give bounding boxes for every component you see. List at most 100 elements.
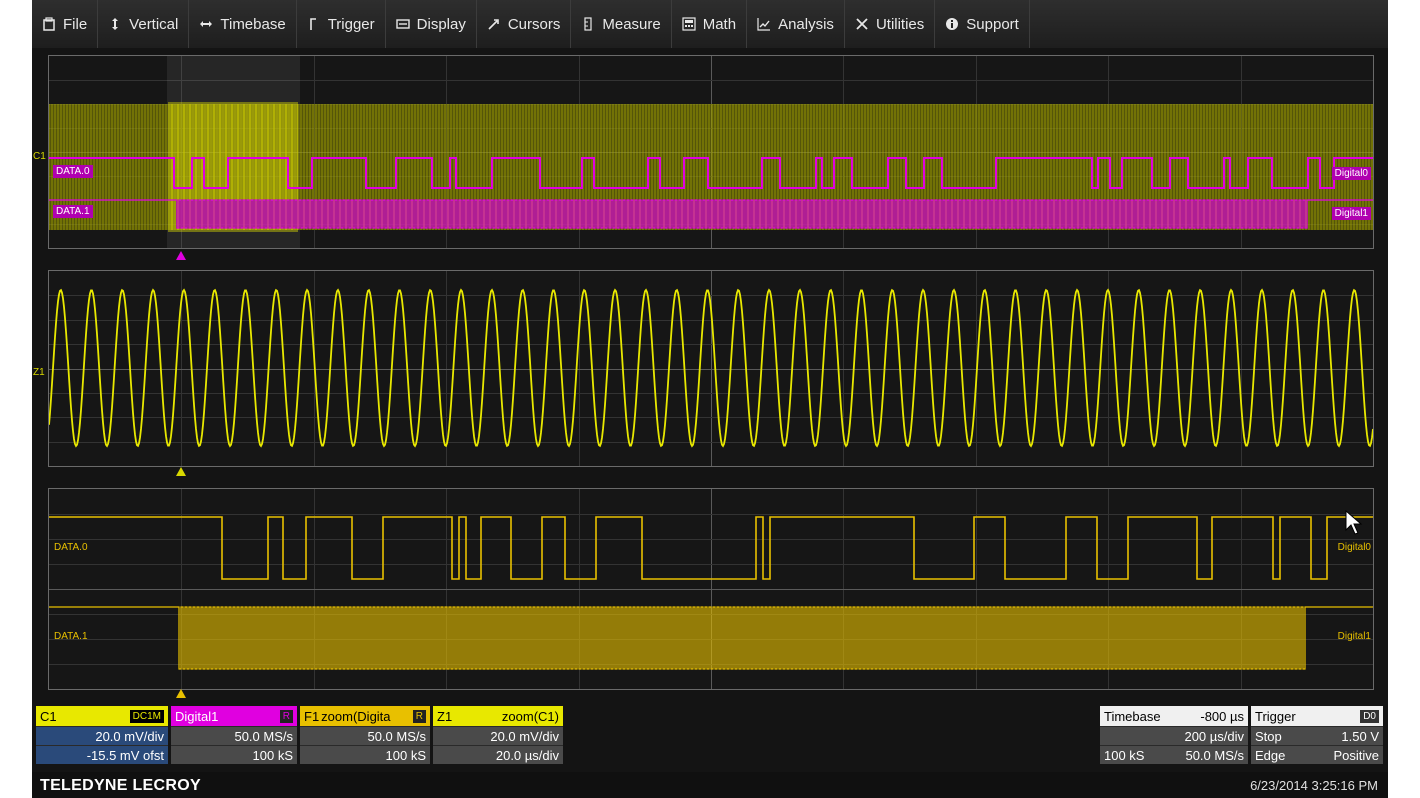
digital1-lane xyxy=(49,199,1373,229)
descriptor-name: F1 xyxy=(304,708,320,724)
menu-timebase[interactable]: Timebase xyxy=(189,0,297,48)
descriptor-row: Edge Positive xyxy=(1251,745,1383,764)
descriptor-name: Digital1 xyxy=(175,708,219,724)
descriptor-row: 50.0 MS/s xyxy=(171,726,297,745)
descriptor-c1[interactable]: C1 DC1M 20.0 mV/div -15.5 mV ofst xyxy=(36,706,168,770)
menu-label: Timebase xyxy=(220,15,286,33)
lane-label-data0: DATA.0 xyxy=(54,542,88,553)
oscilloscope-screen: File Vertical Timebase Trigger Display C… xyxy=(32,0,1388,798)
menu-bar: File Vertical Timebase Trigger Display C… xyxy=(32,0,1388,48)
time-per-div: 20.0 µs/div xyxy=(495,747,559,763)
menu-trigger[interactable]: Trigger xyxy=(297,0,386,48)
descriptor-name: Z1 xyxy=(437,708,453,724)
menu-label: Cursors xyxy=(507,15,561,33)
volts-per-div: 20.0 mV/div xyxy=(490,728,559,744)
sample-rate: 50.0 MS/s xyxy=(1185,747,1244,763)
menu-measure[interactable]: Measure xyxy=(571,0,672,48)
grid-c1-digital[interactable]: DATA.0 DATA.1 Digital0 Digital1 xyxy=(48,55,1374,249)
menu-math[interactable]: Math xyxy=(672,0,748,48)
descriptor-z1[interactable]: Z1 zoom(C1) 20.0 mV/div 20.0 µs/div xyxy=(433,706,563,770)
descriptor-name: C1 xyxy=(40,708,57,724)
menu-label: Measure xyxy=(602,15,661,33)
analysis-icon xyxy=(757,17,771,31)
sample-count: 100 kS xyxy=(252,747,293,763)
menu-label: Vertical xyxy=(129,15,179,33)
menu-analysis[interactable]: Analysis xyxy=(747,0,845,48)
trigger-label: Trigger xyxy=(1255,708,1296,724)
menu-file[interactable]: File xyxy=(32,0,99,48)
badge: R xyxy=(412,709,426,723)
grid-f1-digital-zoom[interactable]: DATA.0 DATA.1 Digital0 Digital1 xyxy=(48,488,1374,690)
descriptor-f1[interactable]: F1 zoom(Digita R 50.0 MS/s 100 kS xyxy=(300,706,430,770)
measure-icon xyxy=(581,17,595,31)
digital1-zoom-trace xyxy=(49,606,1373,670)
coupling-badge: DC1M xyxy=(129,709,164,723)
descriptor-row: 20.0 µs/div xyxy=(433,745,563,764)
descriptor-row: 200 µs/div xyxy=(1100,726,1248,745)
sample-count: 100 kS xyxy=(385,747,426,763)
descriptor-row: 20.0 mV/div xyxy=(36,726,168,745)
trigger-slope: Positive xyxy=(1333,747,1379,763)
menu-display[interactable]: Display xyxy=(386,0,477,48)
menu-label: Utilities xyxy=(875,15,925,33)
descriptor-row: 20.0 mV/div xyxy=(433,726,563,745)
time-per-div: 200 µs/div xyxy=(1184,728,1244,744)
trigger-marker xyxy=(176,467,186,476)
descriptor-row: -15.5 mV ofst xyxy=(36,745,168,764)
status-footer: TELEDYNE LECROY 6/23/2014 3:25:16 PM xyxy=(32,772,1388,798)
menu-label: File xyxy=(63,15,88,33)
utilities-icon xyxy=(855,17,869,31)
grid-z1-zoom[interactable] xyxy=(48,270,1374,467)
lane-label-digital0: Digital0 xyxy=(1337,542,1371,553)
file-icon xyxy=(42,17,56,31)
trigger-marker xyxy=(176,251,186,260)
timebase-label: Timebase xyxy=(1104,708,1161,724)
descriptor-digital1[interactable]: Digital1 R 50.0 MS/s 100 kS xyxy=(171,706,297,770)
trigger-level: 1.50 V xyxy=(1341,728,1379,744)
descriptor-source: zoom(Digita xyxy=(321,708,391,724)
trigger-mode: Stop xyxy=(1255,728,1282,744)
menu-label: Analysis xyxy=(778,15,834,33)
timebase-icon xyxy=(199,17,213,31)
math-icon xyxy=(682,17,696,31)
descriptor-source: zoom(C1) xyxy=(501,708,559,724)
offset: -15.5 mV ofst xyxy=(86,747,164,763)
mouse-cursor-icon xyxy=(1345,510,1363,535)
menu-label: Display xyxy=(416,15,466,33)
descriptor-row: 100 kS xyxy=(300,745,430,764)
menu-utilities[interactable]: Utilities xyxy=(845,0,936,48)
menu-support[interactable]: Support xyxy=(935,0,1030,48)
sample-rate: 50.0 MS/s xyxy=(234,728,293,744)
trigger-source-badge: D0 xyxy=(1360,709,1379,723)
menu-label: Math xyxy=(702,15,737,33)
trace-f1-digital xyxy=(49,516,1373,670)
menu-label: Trigger xyxy=(327,15,375,33)
trigger-icon xyxy=(307,17,321,31)
trace-z1-sine xyxy=(49,288,1373,448)
volts-per-div: 20.0 mV/div xyxy=(95,728,164,744)
lane-label-digital0: Digital0 xyxy=(1331,167,1371,180)
descriptor-row: 100 kS 50.0 MS/s xyxy=(1100,745,1248,764)
z1-sine-trace xyxy=(49,288,1373,448)
brand-logo: TELEDYNE LECROY xyxy=(40,777,201,794)
trigger-descriptor[interactable]: Trigger D0 Stop 1.50 V Edge Positive xyxy=(1251,706,1383,770)
vertical-icon xyxy=(108,17,122,31)
cursors-icon xyxy=(487,17,501,31)
support-icon xyxy=(945,17,959,31)
descriptor-row: 50.0 MS/s xyxy=(300,726,430,745)
channel-marker-c1: C1 xyxy=(33,151,46,162)
trigger-type: Edge xyxy=(1255,747,1286,763)
menu-cursors[interactable]: Cursors xyxy=(477,0,572,48)
lane-label-data0: DATA.0 xyxy=(53,165,93,178)
menu-vertical[interactable]: Vertical xyxy=(98,0,190,48)
timebase-descriptor[interactable]: Timebase -800 µs 200 µs/div 100 kS 50.0 … xyxy=(1100,706,1248,770)
lane-label-data1: DATA.1 xyxy=(53,205,93,218)
display-icon xyxy=(395,17,410,31)
descriptor-row: Stop 1.50 V xyxy=(1251,726,1383,745)
digital0-zoom-trace xyxy=(49,516,1373,580)
timebase-delay: -800 µs xyxy=(1200,708,1244,724)
badge: R xyxy=(279,709,293,723)
trace-c1-and-digital xyxy=(49,102,1373,232)
sample-rate: 50.0 MS/s xyxy=(367,728,426,744)
descriptor-row: 100 kS xyxy=(171,745,297,764)
